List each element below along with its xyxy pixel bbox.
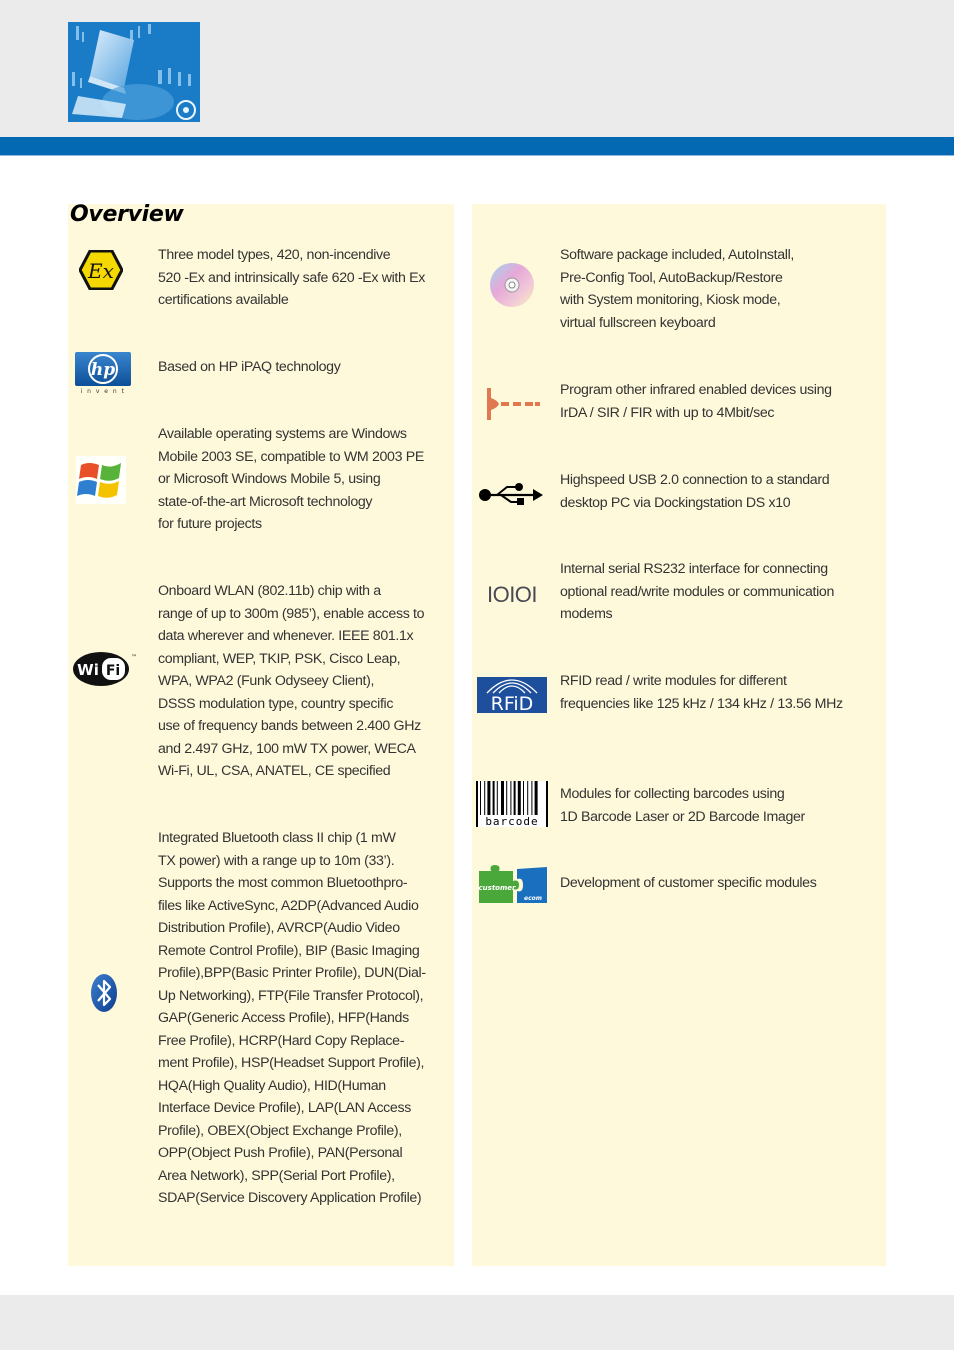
feature-text: Software package included, AutoInstall, … (560, 247, 795, 331)
serial-ioioi-icon: IOIOI (482, 582, 542, 608)
barcode-bar (501, 781, 504, 815)
barcode-bar (487, 781, 491, 815)
barcode-icon: barcode (476, 780, 548, 828)
header-blue-bar (0, 137, 954, 156)
footer-band (0, 1295, 954, 1350)
puzzle-text-ecom: ecom (524, 895, 542, 902)
cd-disc-icon (486, 260, 538, 310)
svg-text:Ex: Ex (87, 259, 114, 283)
svg-text:hp: hp (91, 360, 115, 380)
feature-text: RFID read / write modules for different … (560, 673, 843, 712)
feature-text: Based on HP iPAQ technology (158, 359, 341, 375)
barcode-bar (527, 781, 529, 815)
barcode-bar (496, 781, 498, 815)
feature-text: Available operating systems are Windows … (158, 426, 424, 532)
wifi-logo: Wi Fi ™ (72, 649, 140, 689)
windows-logo (74, 455, 128, 505)
header-banner-image (68, 22, 200, 122)
rfid-logo: RFiD (476, 676, 548, 714)
wifi-logo-text-wi: Wi (77, 661, 99, 679)
rfid-logo-text: RFiD (491, 693, 534, 713)
page-title: Overview (70, 202, 184, 227)
feature-text: Internal serial RS232 interface for conn… (560, 561, 835, 622)
barcode-bar (506, 781, 508, 815)
barcode-bar (480, 781, 481, 815)
barcode-bar (510, 781, 512, 815)
infrared-icon (482, 383, 542, 423)
barcode-logo-text: barcode (485, 815, 538, 827)
puzzle-customer-ecom-icon: customer ecom (476, 862, 550, 906)
overview-right-panel: Software package included, AutoInstall, … (472, 204, 886, 1266)
ex-certification-icon: Ex (78, 250, 124, 290)
barcode-bar (492, 781, 495, 815)
hp-invent-caption: i n v e n t (80, 388, 126, 395)
hp-invent-logo: hp i n v e n t (72, 349, 134, 397)
serial-logo-text: IOIOI (486, 582, 538, 607)
feature-text: Integrated Bluetooth class II chip (1 mW… (158, 830, 426, 1206)
feature-text: Three model types, 420, non-incendive 52… (158, 247, 425, 308)
computer-network-illustration (68, 22, 200, 122)
feature-text: Onboard WLAN (802.11b) chip with a range… (158, 583, 425, 779)
barcode-bar (517, 781, 521, 815)
feature-text: Modules for collecting barcodes using 1D… (560, 786, 805, 825)
barcode-bar (484, 781, 486, 815)
barcode-bar (531, 781, 533, 815)
overview-left-panel: Ex Three model types, 420, non-incendive… (68, 204, 454, 1266)
wifi-trademark: ™ (131, 654, 137, 661)
barcode-bar (523, 781, 524, 815)
feature-text: Development of customer specific modules (560, 875, 817, 891)
feature-text: Highspeed USB 2.0 connection to a standa… (560, 472, 830, 511)
barcode-bar (513, 781, 516, 815)
barcode-bar (534, 781, 538, 815)
usb-icon (476, 477, 544, 509)
bluetooth-icon (88, 971, 120, 1015)
puzzle-text-customer: customer (479, 884, 516, 892)
wifi-logo-text-fi: Fi (106, 663, 120, 679)
feature-text: Program other infrared enabled devices u… (560, 382, 832, 421)
